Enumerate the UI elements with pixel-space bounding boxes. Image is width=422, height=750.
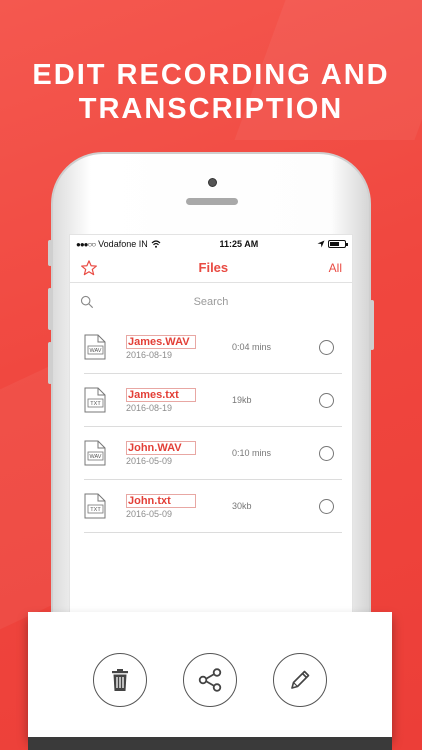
file-list: WAV James.WAV 2016-08-19 0:04 mins TXT J…: [70, 321, 352, 533]
delete-button[interactable]: [93, 652, 147, 707]
file-name[interactable]: John.txt: [126, 493, 196, 508]
file-row[interactable]: WAV John.WAV 2016-05-09 0:10 mins: [84, 427, 342, 480]
select-radio[interactable]: [319, 392, 334, 408]
battery-icon: [328, 240, 348, 248]
trash-icon: [112, 668, 128, 691]
phone-screen: ●●●○○ Vodafone IN 11:25 AM Files All Sea…: [69, 234, 353, 634]
page-title: Files: [198, 260, 229, 275]
phone-side-button: [48, 342, 52, 384]
phone-speaker: [186, 198, 238, 205]
svg-text:WAV: WAV: [90, 348, 102, 354]
phone-side-button: [48, 288, 52, 330]
file-meta: John.txt 2016-05-09: [126, 493, 212, 519]
file-meta: John.WAV 2016-05-09: [126, 440, 212, 466]
file-date: 2016-05-09: [126, 508, 173, 519]
wav-file-icon: WAV: [84, 334, 106, 360]
wifi-icon: [151, 240, 161, 248]
edit-button[interactable]: [273, 652, 327, 707]
headline: EDIT RECORDING AND TRANSCRIPTION: [0, 58, 422, 126]
phone-side-button: [370, 300, 374, 350]
file-size: 19kb: [232, 395, 252, 405]
file-duration: 0:04 mins: [232, 342, 272, 352]
file-meta: James.WAV 2016-08-19: [126, 334, 212, 360]
file-name[interactable]: James.WAV: [126, 334, 196, 349]
file-row[interactable]: TXT John.txt 2016-05-09 30kb: [84, 480, 342, 533]
select-radio[interactable]: [319, 339, 334, 355]
wav-file-icon: WAV: [84, 440, 106, 466]
file-date: 2016-08-19: [126, 402, 173, 413]
phone-camera: [208, 178, 217, 187]
file-name[interactable]: James.txt: [126, 387, 196, 402]
svg-text:TXT: TXT: [90, 507, 101, 513]
nav-bar: Files All: [70, 253, 352, 283]
status-bar: ●●●○○ Vodafone IN 11:25 AM: [70, 235, 352, 253]
txt-file-icon: TXT: [84, 387, 106, 413]
pencil-icon: [291, 670, 310, 689]
svg-text:TXT: TXT: [90, 401, 101, 407]
file-row[interactable]: TXT James.txt 2016-08-19 19kb: [84, 374, 342, 427]
headline-line-1: EDIT RECORDING AND: [32, 59, 390, 91]
svg-text:WAV: WAV: [90, 454, 102, 460]
file-name[interactable]: John.WAV: [126, 440, 196, 455]
phone-side-button: [48, 240, 52, 266]
file-size: 30kb: [232, 501, 252, 511]
select-radio[interactable]: [319, 498, 334, 514]
txt-file-icon: TXT: [84, 493, 106, 519]
search-bar[interactable]: Search: [70, 283, 352, 321]
file-duration: 0:10 mins: [232, 448, 272, 458]
file-date: 2016-05-09: [126, 455, 173, 466]
file-row[interactable]: WAV James.WAV 2016-08-19 0:04 mins: [84, 321, 342, 374]
action-toolbar: [28, 612, 392, 737]
file-date: 2016-08-19: [126, 349, 173, 360]
toolbar-shadow-edge: [28, 737, 392, 750]
share-button[interactable]: [183, 652, 237, 707]
select-radio[interactable]: [319, 445, 334, 461]
file-meta: James.txt 2016-08-19: [126, 387, 212, 413]
status-time: 11:25 AM: [219, 239, 259, 249]
all-button[interactable]: All: [329, 261, 342, 275]
carrier-label: Vodafone IN: [98, 239, 148, 249]
search-input[interactable]: Search: [70, 296, 352, 308]
signal-icon: ●●●○○: [76, 239, 96, 249]
star-icon[interactable]: [80, 259, 98, 277]
share-icon: [198, 667, 222, 692]
headline-line-2: TRANSCRIPTION: [78, 93, 344, 125]
location-icon: [317, 240, 325, 248]
